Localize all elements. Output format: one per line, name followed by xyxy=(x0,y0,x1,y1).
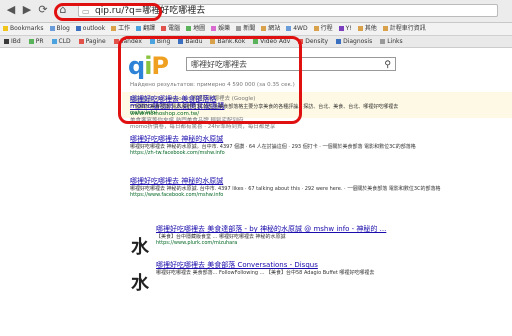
folder-icon xyxy=(357,26,363,31)
result-title-link[interactable]: 哪裡好吃哪裡去 神秘的水原誠 xyxy=(130,176,500,186)
annotation-box xyxy=(118,36,302,124)
extension-item[interactable]: CLD xyxy=(50,36,73,47)
extension-icon xyxy=(336,39,342,44)
forward-icon[interactable]: ▶ xyxy=(20,3,34,17)
result-item: 哪裡好吃哪裡去 神秘的水原誠 哪裡好吃哪裡去 神秘的水原誠. 台中市. 4397 … xyxy=(130,176,500,198)
bookmark-item[interactable]: 翻譯 xyxy=(136,23,155,35)
extension-item[interactable]: PR xyxy=(27,36,46,47)
bookmark-label: 娛樂 xyxy=(218,25,231,32)
bookmark-item[interactable]: Bookmarks xyxy=(3,23,44,35)
result-item: 哪裡好吃哪裡去 美食達部落 - by 神秘的水原誠 @ mshw info - … xyxy=(156,224,496,246)
extension-icon xyxy=(4,39,9,44)
result-snippet: 哪裡好吃哪裡去 美食部落... FollowFollowing ... 【美食】… xyxy=(156,270,375,276)
extension-icon xyxy=(28,39,34,44)
extension-label: PR xyxy=(35,38,44,45)
bookmark-item[interactable]: 地圖 xyxy=(186,23,205,35)
extension-icon xyxy=(78,39,84,44)
bookmark-item[interactable]: Blog xyxy=(49,23,70,35)
extension-icon xyxy=(51,39,57,44)
extension-label: Pagine xyxy=(85,38,106,45)
folder-icon xyxy=(382,26,388,31)
bookmark-label: 翻譯 xyxy=(143,25,156,32)
bookmark-label: 其他 xyxy=(364,25,377,32)
ad-extra-line[interactable]: momo折價卷，每日都有驚喜 · 24hr準時到貨，每日都是享 xyxy=(130,124,275,130)
bookmark-item[interactable]: 4WD xyxy=(286,23,308,35)
bookmark-item[interactable]: 其他 xyxy=(357,23,377,35)
folder-icon xyxy=(313,26,319,31)
folder-icon xyxy=(286,26,292,31)
bookmark-item[interactable]: Y! xyxy=(338,23,352,35)
folder-icon xyxy=(338,26,344,31)
extension-label: IBd xyxy=(11,38,21,45)
reload-icon[interactable]: ⟳ xyxy=(36,3,50,17)
bookmark-label: 4WD xyxy=(293,25,308,32)
bookmark-item[interactable]: 新聞 xyxy=(236,23,255,35)
extension-label: Density xyxy=(305,38,329,45)
bookmark-item[interactable]: 電腦 xyxy=(161,23,180,35)
extension-item[interactable]: Diagnosis xyxy=(334,36,374,47)
result-url[interactable]: https://www.facebook.com/mshw.info xyxy=(130,192,500,198)
bookmarks-bar: Bookmarks Blog outlook 工作 翻譯 電腦 地圖 娛樂 新聞 網站 4WD 行程 Y… xyxy=(0,23,512,36)
bookmark-label: 計程車行資訊 xyxy=(389,25,426,32)
bookmark-label: outlook xyxy=(82,25,106,32)
result-title-link[interactable]: 哪裡好吃哪裡去 神秘的水原誠 xyxy=(130,134,500,144)
folder-icon xyxy=(49,26,55,31)
folder-icon xyxy=(111,26,117,31)
folder-icon xyxy=(3,26,8,31)
bookmark-item[interactable]: 計程車行資訊 xyxy=(382,23,426,35)
extension-icon xyxy=(380,39,386,44)
bookmark-label: 行程 xyxy=(320,25,333,32)
bookmark-item[interactable]: 娛樂 xyxy=(211,23,230,35)
folder-icon xyxy=(211,26,217,31)
folder-icon xyxy=(261,26,267,31)
folder-icon xyxy=(75,26,81,31)
folder-icon xyxy=(161,26,167,31)
extension-item[interactable]: IBd xyxy=(2,36,23,47)
bookmark-label: 地圖 xyxy=(193,25,206,32)
annotation-box xyxy=(54,3,162,21)
bookmark-label: 工作 xyxy=(118,25,131,32)
bookmark-label: Y! xyxy=(345,25,352,32)
extension-label: Links xyxy=(387,38,403,45)
bookmark-label: Blog xyxy=(56,25,70,32)
result-title-link[interactable]: 哪裡好吃哪裡去 美食達部落 - by 神秘的水原誠 @ mshw info - … xyxy=(156,224,496,234)
extension-label: Diagnosis xyxy=(343,38,373,45)
result-item: 哪裡好吃哪裡去 神秘的水原誠 哪裡好吃哪裡去 神秘的水原誠。台中市. 4397 個… xyxy=(130,134,500,156)
result-title-link[interactable]: 哪裡好吃哪裡去 美食部落 Conversations - Disqus xyxy=(156,260,496,270)
result-url[interactable]: https://zh-tw.facebook.com/mshw.info xyxy=(130,150,500,156)
result-thumbnail[interactable]: 水 xyxy=(130,238,150,258)
folder-icon xyxy=(136,26,142,31)
bookmark-label: 新聞 xyxy=(243,25,256,32)
bookmark-item[interactable]: 行程 xyxy=(313,23,333,35)
folder-icon xyxy=(186,26,192,31)
folder-icon xyxy=(236,26,242,31)
extension-item[interactable]: Links xyxy=(378,36,404,47)
bookmark-item[interactable]: outlook xyxy=(75,23,106,35)
bookmark-label: 電腦 xyxy=(168,25,181,32)
result-thumbnail[interactable]: 水 xyxy=(130,274,150,294)
extension-item[interactable]: Pagine xyxy=(77,36,108,47)
back-icon[interactable]: ◀ xyxy=(4,3,18,17)
extension-label: CLD xyxy=(58,38,71,45)
bookmark-label: 網站 xyxy=(268,25,281,32)
bookmark-item[interactable]: 網站 xyxy=(261,23,280,35)
result-item: 哪裡好吃哪裡去 美食部落 Conversations - Disqus 哪裡好吃哪… xyxy=(156,260,496,276)
result-url[interactable]: https://www.plurk.com/mizuhara xyxy=(156,240,496,246)
bookmark-item[interactable]: 工作 xyxy=(111,23,130,35)
bookmark-label: Bookmarks xyxy=(10,25,44,32)
search-icon[interactable]: ⚲ xyxy=(384,58,391,72)
